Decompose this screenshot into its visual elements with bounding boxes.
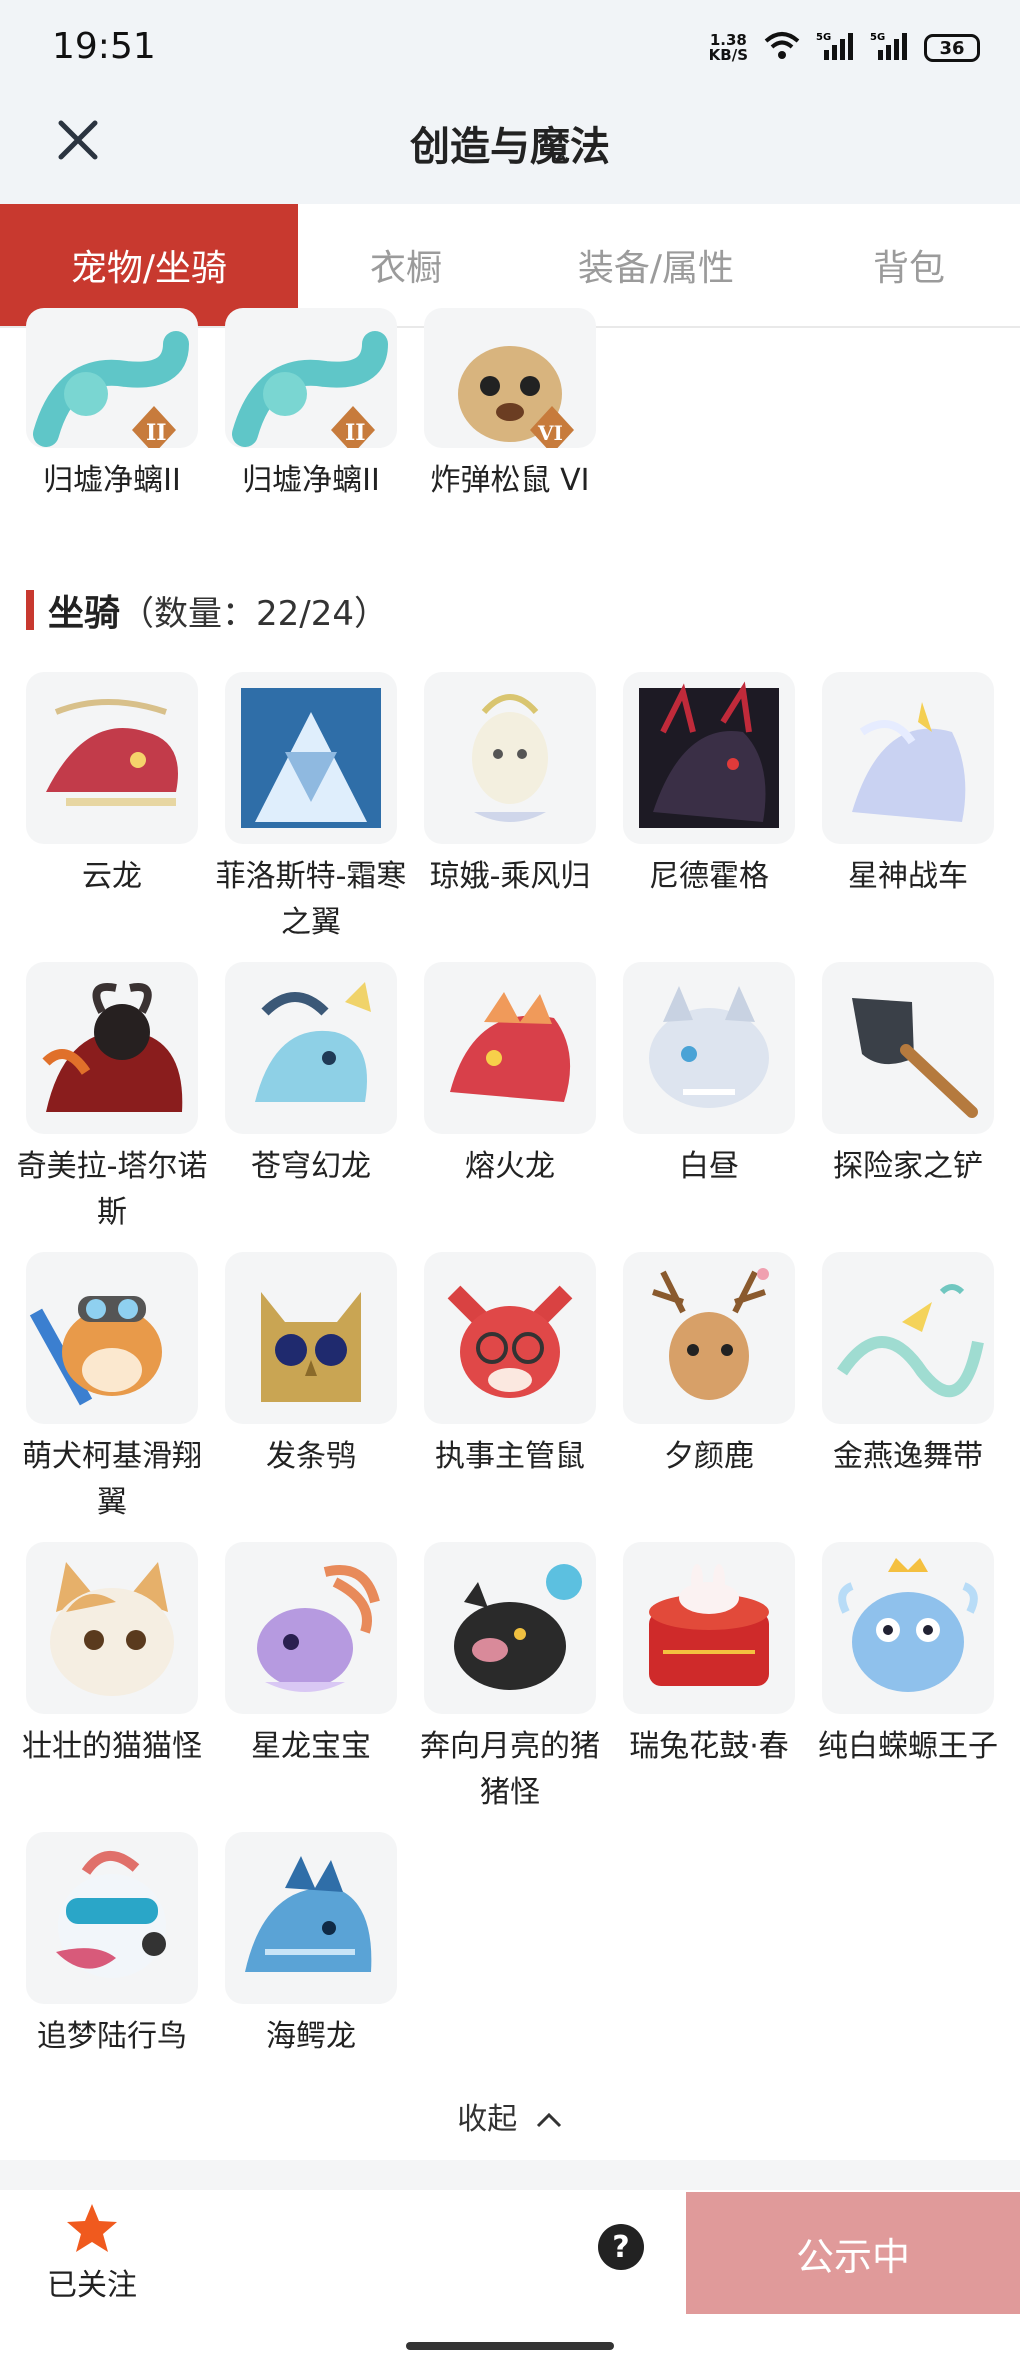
mount-item[interactable]: 追梦陆行鸟 — [26, 1832, 198, 2060]
network-speed: 1.38 KB/S — [708, 31, 748, 64]
teal-dragon-icon: II — [26, 308, 198, 448]
lava-dragon-icon — [424, 962, 596, 1134]
rabbit-drum-icon — [623, 1542, 795, 1714]
dark-dragon-icon — [623, 672, 795, 844]
svg-text:5G: 5G — [816, 32, 831, 43]
mount-item[interactable]: 金燕逸舞带 — [822, 1252, 994, 1480]
svg-text:II: II — [345, 420, 366, 446]
collapse-button[interactable]: 收起 — [0, 2094, 1020, 2138]
white-beast-icon — [623, 962, 795, 1134]
clockwork-owl-icon — [225, 1252, 397, 1424]
follow-label: 已关注 — [47, 2268, 137, 2303]
wifi-icon — [762, 31, 802, 65]
section-title: 坐骑 — [48, 593, 121, 634]
cloud-dragon-icon — [26, 672, 198, 844]
signal-5g-icon: 5G — [816, 30, 856, 66]
pet-item[interactable]: II 归墟净螭II — [225, 308, 397, 504]
mount-item[interactable]: 奔向月亮的猪猪怪 — [420, 1542, 600, 1816]
battery-icon: 36 — [924, 34, 980, 62]
mount-item[interactable]: 白昼 — [623, 962, 795, 1190]
section-accent-bar — [26, 590, 34, 630]
help-icon[interactable]: ? — [598, 2224, 644, 2270]
status-indicators: 1.38 KB/S 5G 5G 36 — [709, 30, 980, 66]
home-indicator[interactable] — [406, 2342, 614, 2350]
section-divider — [0, 2160, 1020, 2190]
frost-wing-icon — [225, 672, 397, 844]
deer-icon — [623, 1252, 795, 1424]
cat-icon — [26, 1542, 198, 1714]
chevron-up-icon — [535, 2102, 563, 2137]
butler-rat-icon — [424, 1252, 596, 1424]
mount-item[interactable]: 星神战车 — [822, 672, 994, 900]
mount-item[interactable]: 发条鸮 — [225, 1252, 397, 1480]
status-time: 19:51 — [52, 26, 156, 67]
celestial-lady-icon — [424, 672, 596, 844]
section-count: （数量：22/24） — [120, 593, 388, 634]
mount-item[interactable]: 执事主管鼠 — [424, 1252, 596, 1480]
public-status-button[interactable]: 公示中 — [686, 2192, 1020, 2314]
mount-item[interactable]: 夕颜鹿 — [623, 1252, 795, 1480]
teal-dragon-icon: II — [225, 308, 397, 448]
page-title: 创造与魔法 — [410, 124, 610, 170]
star-icon — [67, 2204, 117, 2252]
bottom-action-bar: 已关注 ? 公示中 — [0, 2190, 1020, 2314]
pet-item[interactable]: II 归墟净螭II — [26, 308, 198, 504]
tab-backpack[interactable]: 背包 — [798, 204, 1020, 326]
shovel-icon — [822, 962, 994, 1134]
star-chariot-icon — [822, 672, 994, 844]
squirrel-icon: VI — [424, 308, 596, 448]
swallow-ribbon-icon — [822, 1252, 994, 1424]
nav-bar: 创造与魔法 — [0, 100, 1020, 204]
sky-dragon-icon — [225, 962, 397, 1134]
corgi-icon — [26, 1252, 198, 1424]
pet-item[interactable]: VI 炸弹松鼠 VI — [424, 308, 596, 504]
mount-item[interactable]: 萌犬柯基滑翔翼 — [22, 1252, 202, 1526]
status-bar: 19:51 1.38 KB/S 5G 5G 36 — [0, 0, 1020, 100]
mount-item[interactable]: 云龙 — [26, 672, 198, 900]
mount-item[interactable]: 星龙宝宝 — [225, 1542, 397, 1770]
pig-icon — [424, 1542, 596, 1714]
mount-item[interactable]: 苍穹幻龙 — [225, 962, 397, 1190]
axolotl-prince-icon — [822, 1542, 994, 1714]
mount-item[interactable]: 探险家之铲 — [822, 962, 994, 1190]
signal-5g-icon-2: 5G — [870, 30, 910, 66]
star-dragon-baby-icon — [225, 1542, 397, 1714]
collapse-label: 收起 — [457, 2102, 518, 2137]
svg-text:5G: 5G — [870, 32, 885, 43]
svg-text:VI: VI — [537, 421, 563, 445]
follow-button[interactable]: 已关注 — [40, 2202, 144, 2304]
mount-item[interactable]: 壮壮的猫猫怪 — [22, 1542, 202, 1770]
mount-item[interactable]: 奇美拉-塔尔诺斯 — [17, 962, 207, 1236]
svg-text:II: II — [146, 420, 167, 446]
mount-item[interactable]: 海鳄龙 — [225, 1832, 397, 2060]
mount-item[interactable]: 琼娥-乘风归 — [424, 672, 596, 900]
sea-croc-dragon-icon — [225, 1832, 397, 2004]
mount-item[interactable]: 尼德霍格 — [623, 672, 795, 900]
dream-bird-icon — [26, 1832, 198, 2004]
mount-item[interactable]: 瑞兔花鼓·春 — [623, 1542, 795, 1770]
mount-item[interactable]: 熔火龙 — [424, 962, 596, 1190]
section-header-mounts: 坐骑 （数量：22/24） — [26, 584, 388, 636]
mount-item[interactable]: 纯白蝾螈王子 — [818, 1542, 998, 1770]
mount-item[interactable]: 菲洛斯特-霜寒之翼 — [216, 672, 406, 946]
chimera-icon — [26, 962, 198, 1134]
